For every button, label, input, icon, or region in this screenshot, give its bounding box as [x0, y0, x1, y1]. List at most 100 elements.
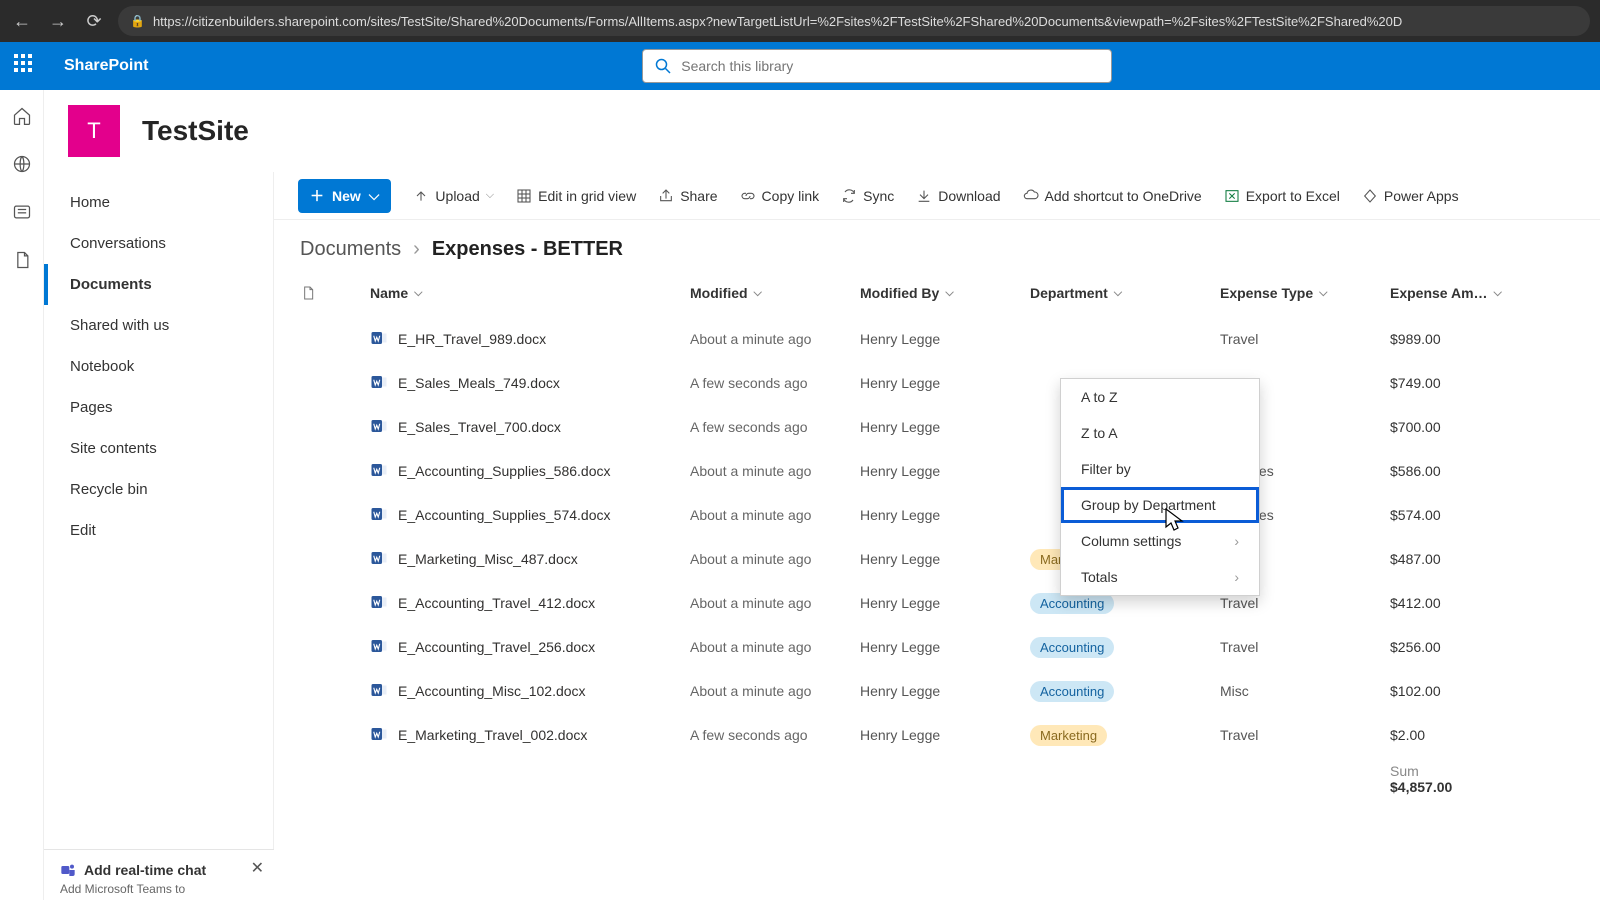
amount-cell: $574.00 [1390, 507, 1550, 523]
teams-icon [60, 862, 76, 878]
file-name[interactable]: E_Accounting_Supplies_586.docx [398, 463, 611, 479]
expense-type-cell: Misc [1220, 683, 1390, 699]
column-name[interactable]: Name⌵ [370, 285, 690, 301]
sync-button[interactable]: Sync [841, 188, 894, 204]
word-icon [370, 329, 388, 350]
sidebar-item-documents[interactable]: Documents [44, 264, 273, 305]
sidebar-item-recycle-bin[interactable]: Recycle bin [44, 469, 273, 510]
menu-item-column-settings[interactable]: Column settings› [1061, 523, 1259, 559]
forward-button[interactable]: → [46, 11, 70, 32]
breadcrumb-parent[interactable]: Documents [300, 238, 401, 261]
table-row[interactable]: E_HR_Travel_989.docxAbout a minute agoHe… [274, 317, 1600, 361]
modified-cell: A few seconds ago [690, 375, 860, 391]
site-name[interactable]: TestSite [142, 115, 249, 147]
search-input[interactable] [681, 58, 1099, 74]
breadcrumb: Documents › Expenses - BETTER [274, 220, 1600, 269]
sync-icon [841, 188, 857, 204]
files-icon[interactable] [12, 250, 32, 270]
upload-button[interactable]: Upload⌵ [413, 188, 494, 204]
new-button[interactable]: ＋ New ⌵ [298, 179, 391, 213]
news-icon[interactable] [12, 202, 32, 222]
column-modified-by[interactable]: Modified By⌵ [860, 285, 1030, 301]
table-row[interactable]: E_Marketing_Misc_487.docxAbout a minute … [274, 537, 1600, 581]
column-expense-amount[interactable]: Expense Am…⌵ [1390, 285, 1550, 301]
plus-icon: ＋ [310, 186, 324, 206]
table-row[interactable]: E_Accounting_Travel_256.docxAbout a minu… [274, 625, 1600, 669]
column-expense-type[interactable]: Expense Type⌵ [1220, 285, 1390, 301]
file-name[interactable]: E_Marketing_Misc_487.docx [398, 551, 578, 567]
share-button[interactable]: Share [658, 188, 717, 204]
copy-link-button[interactable]: Copy link [740, 188, 820, 204]
file-icon [300, 284, 316, 302]
back-button[interactable]: ← [10, 11, 34, 32]
column-department[interactable]: Department⌵ [1030, 285, 1220, 301]
modified-by-cell: Henry Legge [860, 375, 1030, 391]
address-bar[interactable]: 🔒 https://citizenbuilders.sharepoint.com… [118, 6, 1590, 36]
amount-cell: $586.00 [1390, 463, 1550, 479]
table-row[interactable]: E_Accounting_Supplies_574.docxAbout a mi… [274, 493, 1600, 537]
power-apps-icon [1362, 188, 1378, 204]
modified-cell: About a minute ago [690, 683, 860, 699]
table-row[interactable]: E_Accounting_Misc_102.docx About a minute… [274, 669, 1600, 713]
onedrive-shortcut-button[interactable]: Add shortcut to OneDrive [1023, 188, 1202, 204]
modified-cell: A few seconds ago [690, 727, 860, 743]
download-button[interactable]: Download [916, 188, 1000, 204]
menu-item-a-to-z[interactable]: A to Z [1061, 379, 1259, 415]
sidebar-item-edit[interactable]: Edit [44, 510, 273, 551]
export-excel-button[interactable]: Export to Excel [1224, 188, 1340, 204]
word-icon [370, 725, 388, 746]
search-box[interactable] [642, 49, 1112, 83]
file-name[interactable]: E_Accounting_Supplies_574.docx [398, 507, 611, 523]
sidebar-item-conversations[interactable]: Conversations [44, 223, 273, 264]
teams-callout: ✕ Add real-time chat Add Microsoft Teams… [44, 849, 274, 900]
sidebar-item-shared-with-us[interactable]: Shared with us [44, 305, 273, 346]
close-icon[interactable]: ✕ [251, 858, 264, 878]
menu-item-filter-by[interactable]: Filter by [1061, 451, 1259, 487]
amount-cell: $256.00 [1390, 639, 1550, 655]
file-name[interactable]: E_Accounting_Travel_412.docx [398, 595, 595, 611]
sidebar-item-home[interactable]: Home [44, 182, 273, 223]
site-logo[interactable]: T [68, 105, 120, 157]
sidebar-item-notebook[interactable]: Notebook [44, 346, 273, 387]
search-icon [655, 58, 671, 74]
suite-title[interactable]: SharePoint [64, 57, 148, 75]
chevron-right-icon: › [1234, 533, 1239, 549]
home-icon[interactable] [12, 106, 32, 126]
menu-item-group-by-department[interactable]: Group by Department [1061, 487, 1259, 523]
column-modified[interactable]: Modified⌵ [690, 285, 860, 301]
file-name[interactable]: E_HR_Travel_989.docx [398, 331, 546, 347]
reload-button[interactable]: ⟳ [82, 11, 106, 32]
table-header: Name⌵ Modified⌵ Modified By⌵ Department⌵… [274, 269, 1600, 317]
table-row[interactable]: E_Sales_Travel_700.docxA few seconds ago… [274, 405, 1600, 449]
file-name[interactable]: E_Accounting_Travel_256.docx [398, 639, 595, 655]
file-name[interactable]: E_Sales_Meals_749.docx [398, 375, 560, 391]
file-name[interactable]: E_Sales_Travel_700.docx [398, 419, 561, 435]
power-apps-button[interactable]: Power Apps [1362, 188, 1459, 204]
file-name[interactable]: E_Marketing_Travel_002.docx [398, 727, 587, 743]
modified-by-cell: Henry Legge [860, 595, 1030, 611]
column-file-icon[interactable] [300, 284, 370, 302]
table-row[interactable]: E_Sales_Meals_749.docx A few seconds agoH… [274, 361, 1600, 405]
chevron-right-icon: › [1234, 569, 1239, 585]
word-icon [370, 681, 388, 702]
word-icon [370, 373, 388, 394]
sum-label: Sum [1390, 763, 1550, 779]
table-row[interactable]: E_Accounting_Travel_412.docxAbout a minu… [274, 581, 1600, 625]
file-name[interactable]: E_Accounting_Misc_102.docx [398, 683, 586, 699]
teams-callout-title[interactable]: Add real-time chat [84, 862, 206, 878]
menu-item-z-to-a[interactable]: Z to A [1061, 415, 1259, 451]
sidebar-item-site-contents[interactable]: Site contents [44, 428, 273, 469]
menu-item-totals[interactable]: Totals› [1061, 559, 1259, 595]
edit-grid-button[interactable]: Edit in grid view [516, 188, 636, 204]
modified-by-cell: Henry Legge [860, 639, 1030, 655]
suite-header: SharePoint [0, 42, 1600, 90]
modified-by-cell: Henry Legge [860, 419, 1030, 435]
table-row[interactable]: E_Marketing_Travel_002.docx A few seconds… [274, 713, 1600, 757]
chevron-down-icon: ⌵ [754, 287, 762, 300]
department-cell: Marketing [1030, 725, 1220, 746]
globe-icon[interactable] [12, 154, 32, 174]
document-table: Name⌵ Modified⌵ Modified By⌵ Department⌵… [274, 269, 1600, 795]
app-launcher-icon[interactable] [14, 54, 38, 78]
table-row[interactable]: E_Accounting_Supplies_586.docxAbout a mi… [274, 449, 1600, 493]
sidebar-item-pages[interactable]: Pages [44, 387, 273, 428]
